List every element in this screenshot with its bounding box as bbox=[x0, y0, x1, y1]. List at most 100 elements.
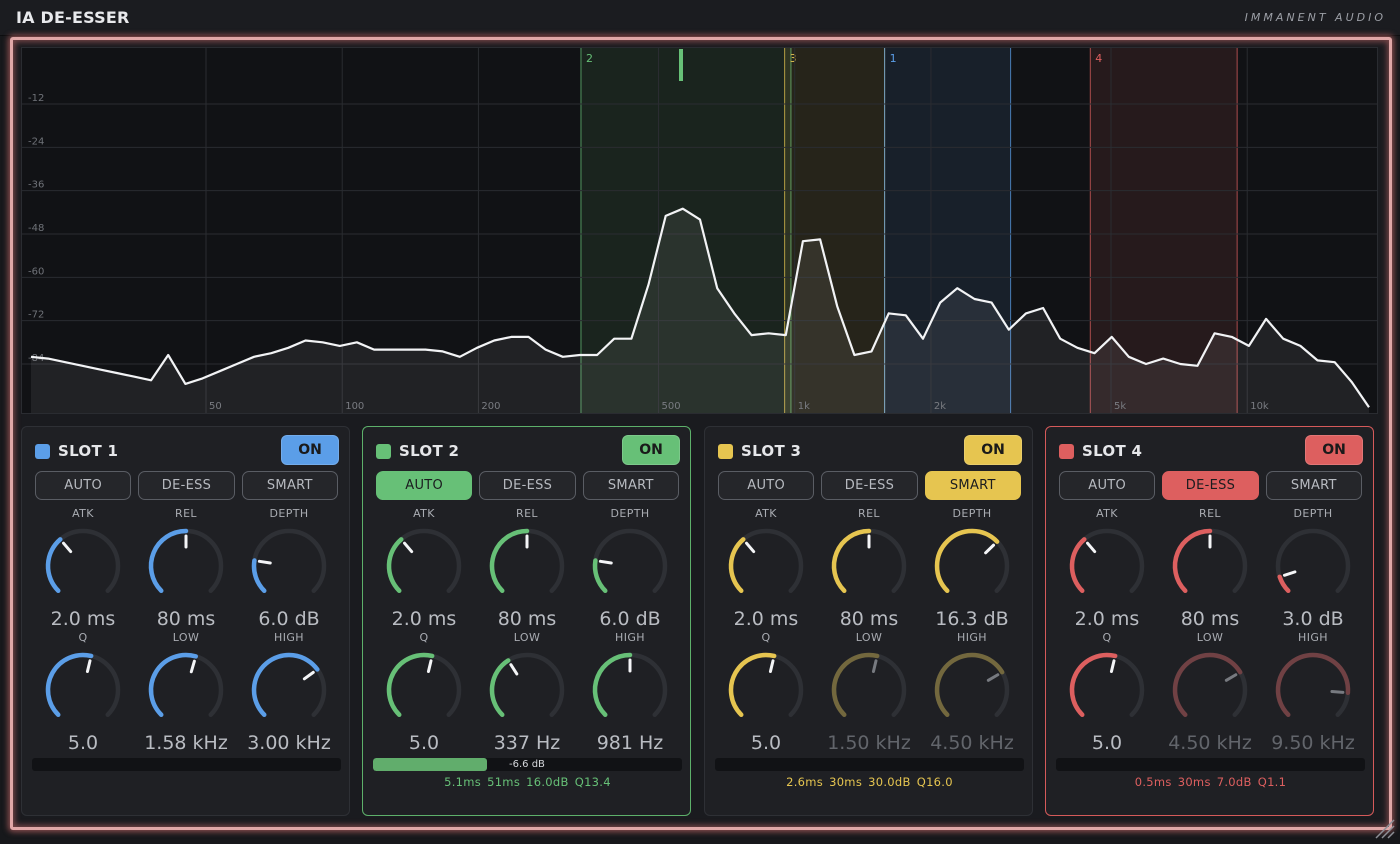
knob-dial-icon[interactable] bbox=[1066, 649, 1148, 731]
knob-rel[interactable]: REL 80 ms bbox=[823, 507, 915, 630]
resize-grip-icon[interactable] bbox=[1372, 816, 1396, 840]
knob-q[interactable]: Q 5.0 bbox=[378, 631, 470, 754]
band-label-4: 4 bbox=[1095, 52, 1102, 65]
knob-low[interactable]: LOW 4.50 kHz bbox=[1164, 631, 1256, 754]
knob-low[interactable]: LOW 1.58 kHz bbox=[140, 631, 232, 754]
stat-value: 30ms bbox=[1177, 775, 1211, 789]
knob-rel[interactable]: REL 80 ms bbox=[481, 507, 573, 630]
knob-dial-icon[interactable] bbox=[589, 525, 671, 607]
knob-value-readout: 9.50 kHz bbox=[1271, 732, 1355, 754]
knob-dial-icon[interactable] bbox=[145, 525, 227, 607]
knob-dial-icon[interactable] bbox=[589, 649, 671, 731]
knob-dial-icon[interactable] bbox=[1169, 525, 1251, 607]
knob-value-arc bbox=[1277, 574, 1291, 593]
knob-dial-icon[interactable] bbox=[248, 649, 330, 731]
spectrum-graph[interactable]: 2 3 1 4-12-24-36-48-60-72-8450 100 200 500 1k 2k… bbox=[22, 48, 1378, 414]
knob-value-arc bbox=[489, 528, 530, 593]
knob-value-arc bbox=[831, 652, 880, 717]
mode-selector: AUTO DE-ESS SMART bbox=[1059, 471, 1362, 501]
knob-dial-icon[interactable] bbox=[145, 649, 227, 731]
knob-q[interactable]: Q 5.0 bbox=[1061, 631, 1153, 754]
slot-on-toggle[interactable]: ON bbox=[281, 435, 339, 465]
knob-label: ATK bbox=[1096, 507, 1118, 520]
knob-high[interactable]: HIGH 9.50 kHz bbox=[1267, 631, 1359, 754]
knob-atk[interactable]: ATK 2.0 ms bbox=[1061, 507, 1153, 630]
slot-on-toggle[interactable]: ON bbox=[622, 435, 680, 465]
knob-dial-icon[interactable] bbox=[1066, 525, 1148, 607]
knob-value-readout: 2.0 ms bbox=[50, 608, 116, 630]
slot-panel-3: SLOT 3 ON AUTO DE-ESS SMART ATK 2.0 ms REL 80 ms… bbox=[704, 426, 1033, 816]
knob-atk[interactable]: ATK 2.0 ms bbox=[378, 507, 470, 630]
knob-value-arc bbox=[728, 537, 746, 593]
knob-depth[interactable]: DEPTH 6.0 dB bbox=[243, 507, 335, 630]
mode-button-de-ess[interactable]: DE-ESS bbox=[479, 471, 576, 500]
knob-rel[interactable]: REL 80 ms bbox=[140, 507, 232, 630]
spectrum-display[interactable]: 2 3 1 4 -12 -24 -36 -48 -60 -72 -84 50 100 200 500 1k 2k… bbox=[21, 47, 1378, 414]
detector-stats: 5.1ms 51ms 16.0dB Q13.4 bbox=[363, 775, 692, 789]
knob-pointer bbox=[257, 559, 272, 565]
slot-color-swatch bbox=[1059, 443, 1074, 459]
knob-high[interactable]: HIGH 3.00 kHz bbox=[243, 631, 335, 754]
stat-value: 7.0dB bbox=[1216, 775, 1252, 789]
band-label-1: 1 bbox=[890, 52, 897, 65]
knob-label: REL bbox=[1199, 507, 1221, 520]
stat-value: Q13.4 bbox=[574, 775, 611, 789]
knob-label: LOW bbox=[855, 631, 883, 644]
slot-on-toggle[interactable]: ON bbox=[964, 435, 1022, 465]
knob-depth[interactable]: DEPTH 6.0 dB bbox=[584, 507, 676, 630]
knob-dial-icon[interactable] bbox=[828, 525, 910, 607]
slot-title: SLOT 4 bbox=[1082, 442, 1143, 460]
knob-q[interactable]: Q 5.0 bbox=[37, 631, 129, 754]
mode-button-de-ess[interactable]: DE-ESS bbox=[138, 471, 235, 500]
knob-low[interactable]: LOW 337 Hz bbox=[481, 631, 573, 754]
mode-button-auto[interactable]: AUTO bbox=[35, 471, 132, 500]
knob-label: REL bbox=[858, 507, 880, 520]
knob-depth[interactable]: DEPTH 16.3 dB bbox=[926, 507, 1018, 630]
knob-dial-icon[interactable] bbox=[42, 649, 124, 731]
knob-high[interactable]: HIGH 981 Hz bbox=[584, 631, 676, 754]
knob-q[interactable]: Q 5.0 bbox=[720, 631, 812, 754]
knob-label: DEPTH bbox=[269, 507, 309, 520]
mode-button-smart[interactable]: SMART bbox=[241, 471, 338, 500]
knob-rel[interactable]: REL 80 ms bbox=[1164, 507, 1256, 630]
slot-header: SLOT 2 bbox=[376, 439, 459, 463]
knob-label: Q bbox=[419, 631, 429, 644]
slot-on-toggle[interactable]: ON bbox=[1305, 435, 1363, 465]
knob-label: HIGH bbox=[274, 631, 304, 644]
mode-button-smart[interactable]: SMART bbox=[924, 471, 1021, 500]
knob-dial-icon[interactable] bbox=[383, 649, 465, 731]
knob-value-readout: 3.0 dB bbox=[1282, 608, 1344, 630]
knob-dial-icon[interactable] bbox=[248, 525, 330, 607]
title-bar: IA DE-ESSER IMMANENT AUDIO bbox=[0, 0, 1400, 36]
mode-button-auto[interactable]: AUTO bbox=[718, 471, 815, 500]
knob-dial-icon[interactable] bbox=[486, 649, 568, 731]
mode-button-smart[interactable]: SMART bbox=[1265, 471, 1362, 500]
knob-dial-icon[interactable] bbox=[725, 525, 807, 607]
knob-dial-icon[interactable] bbox=[1169, 649, 1251, 731]
knob-depth[interactable]: DEPTH 3.0 dB bbox=[1267, 507, 1359, 630]
knob-high[interactable]: HIGH 4.50 kHz bbox=[926, 631, 1018, 754]
knob-dial-icon[interactable] bbox=[42, 525, 124, 607]
knob-low[interactable]: LOW 1.50 kHz bbox=[823, 631, 915, 754]
knob-dial-icon[interactable] bbox=[725, 649, 807, 731]
knob-dial-icon[interactable] bbox=[1272, 649, 1354, 731]
knob-dial-icon[interactable] bbox=[931, 649, 1013, 731]
mode-button-de-ess[interactable]: DE-ESS bbox=[821, 471, 918, 500]
mode-button-smart[interactable]: SMART bbox=[582, 471, 679, 500]
knob-pointer bbox=[85, 659, 92, 674]
detector-stats: 2.6ms 30ms 30.0dB Q16.0 bbox=[705, 775, 1034, 789]
knob-dial-icon[interactable] bbox=[1272, 525, 1354, 607]
knob-atk[interactable]: ATK 2.0 ms bbox=[37, 507, 129, 630]
gain-reduction-meter bbox=[32, 758, 341, 771]
knob-dial-icon[interactable] bbox=[383, 525, 465, 607]
knob-track bbox=[1275, 528, 1351, 593]
knob-atk[interactable]: ATK 2.0 ms bbox=[720, 507, 812, 630]
knob-dial-icon[interactable] bbox=[931, 525, 1013, 607]
mode-button-auto[interactable]: AUTO bbox=[1059, 471, 1156, 500]
knob-dial-icon[interactable] bbox=[486, 525, 568, 607]
knob-label: LOW bbox=[1196, 631, 1224, 644]
knob-value-arc bbox=[386, 652, 435, 717]
knob-dial-icon[interactable] bbox=[828, 649, 910, 731]
mode-button-de-ess[interactable]: DE-ESS bbox=[1162, 471, 1259, 500]
mode-button-auto[interactable]: AUTO bbox=[376, 471, 473, 500]
